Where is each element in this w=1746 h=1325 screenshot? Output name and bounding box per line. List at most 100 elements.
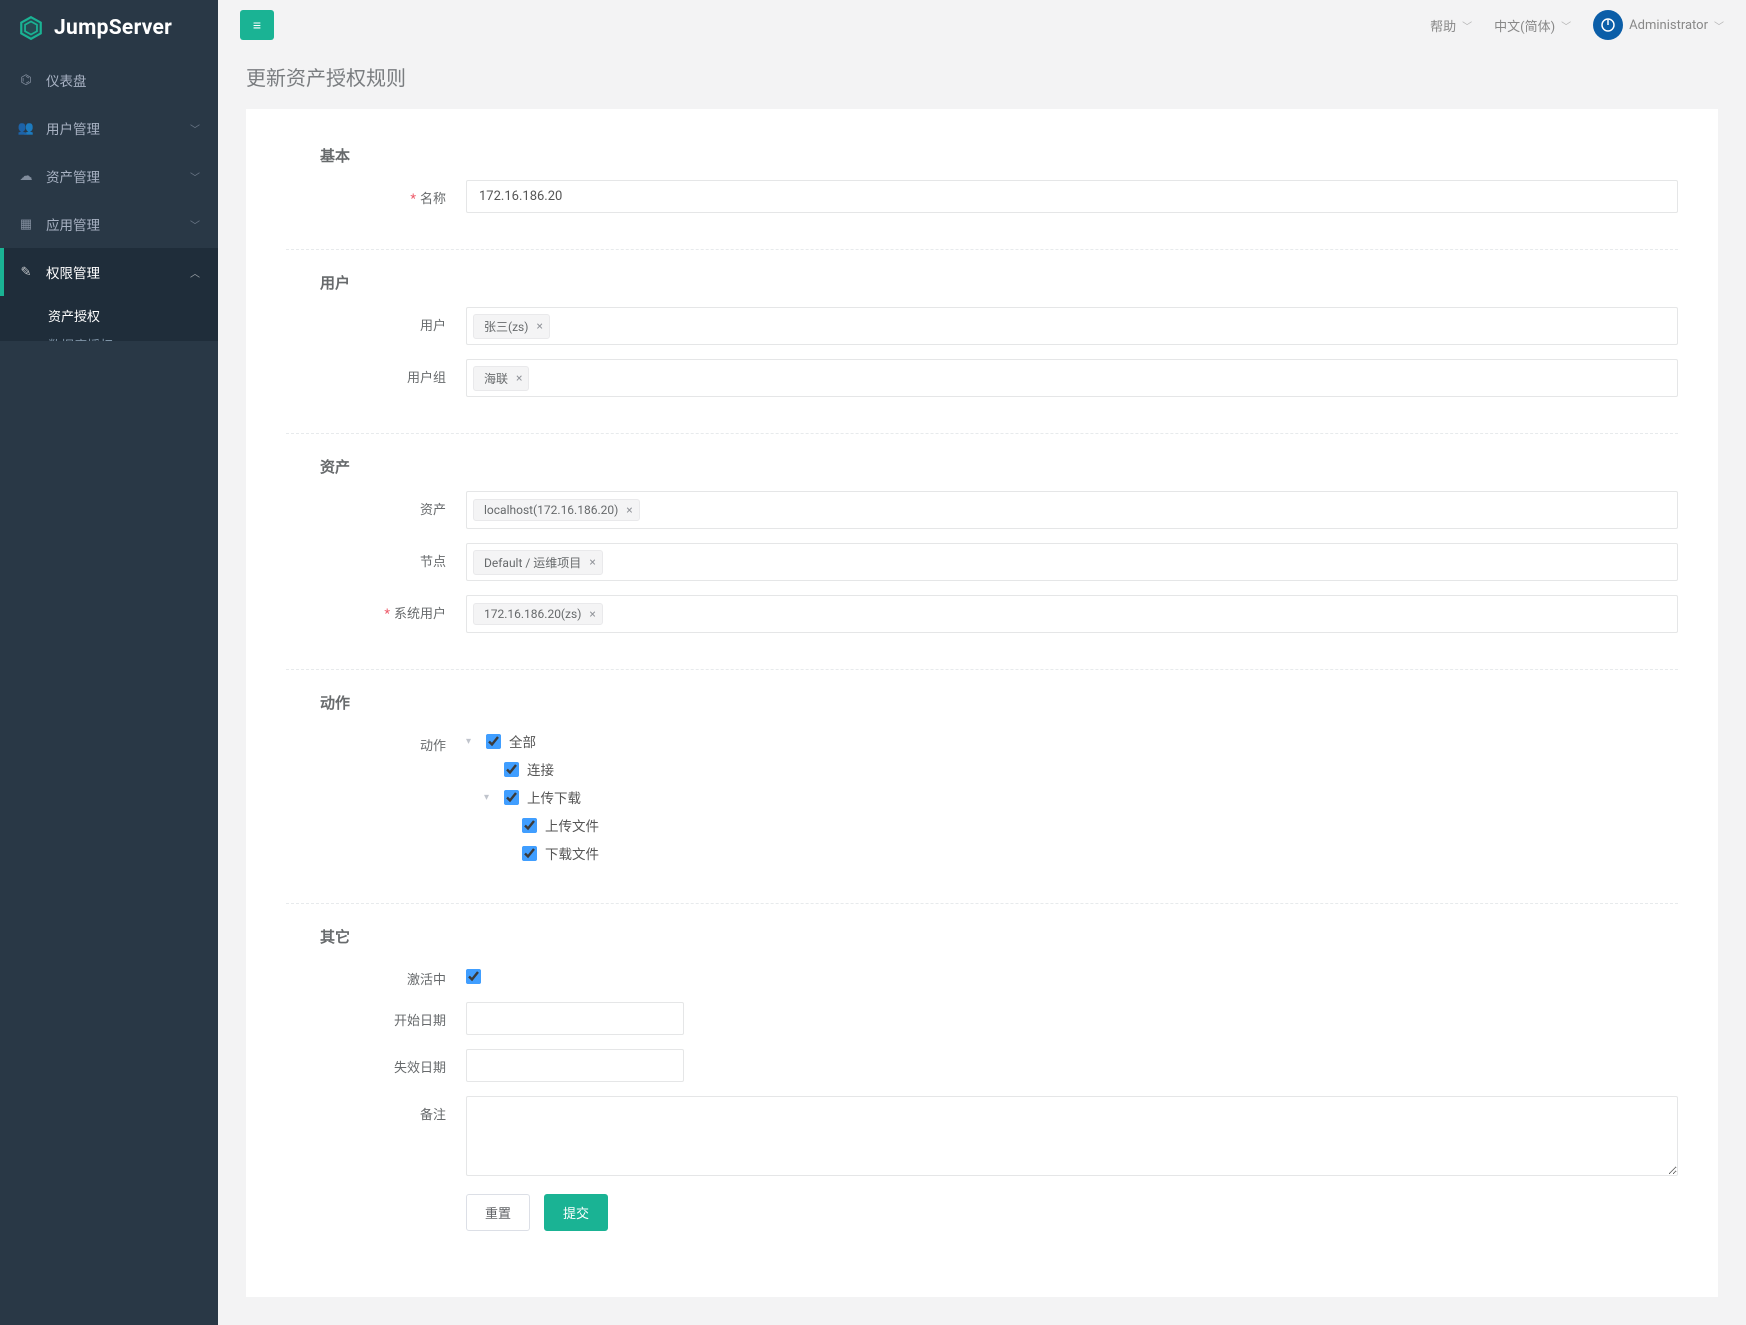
sidebar-subnav-perms-peek: 数据库授权 [0,335,218,341]
chevron-down-icon: ﹀ [1462,18,1472,33]
label-date-expired: 失效日期 [286,1049,446,1076]
date-start-input[interactable] [466,1002,684,1035]
help-menu[interactable]: 帮助 ﹀ [1430,16,1472,35]
brand: JumpServer [0,0,218,56]
tree-label: 连接 [527,759,554,779]
action-tree: ▾ 全部 连接 ▾ [466,727,1678,867]
sidebar-subitem-db-perm[interactable]: 数据库授权 [0,335,218,341]
assets-select[interactable]: localhost(172.16.186.20) × [466,491,1678,529]
dashboard-icon: ⌬ [18,73,34,88]
user-groups-select[interactable]: 海联 × [466,359,1678,397]
language-label: 中文(简体) [1494,16,1555,35]
tag-label: localhost(172.16.186.20) [484,503,618,517]
section-basic: 基本 *名称 [286,139,1678,249]
section-title-user: 用户 [286,272,1678,293]
tree-label: 上传文件 [545,815,599,835]
checkbox-action-upload[interactable] [522,818,537,833]
tree-node-all: ▾ 全部 [466,727,1678,755]
tag-remove-icon[interactable]: × [536,319,542,333]
sidebar-item-dashboard[interactable]: ⌬ 仪表盘 [0,56,218,104]
reset-button[interactable]: 重置 [466,1194,530,1231]
section-title-action: 动作 [286,692,1678,713]
section-title-other: 其它 [286,926,1678,947]
sidebar-item-applications[interactable]: ▦ 应用管理 ﹀ [0,200,218,248]
chevron-down-icon: ﹀ [1561,18,1571,33]
sidebar: JumpServer ⌬ 仪表盘 👥 用户管理 ﹀ ☁ 资产管理 ﹀ ▦ 应用管… [0,0,218,1325]
label-assets: 资产 [286,491,446,518]
checkbox-is-active[interactable] [466,969,481,984]
submit-button[interactable]: 提交 [544,1194,608,1231]
chevron-down-icon: ﹀ [190,121,200,136]
tag-remove-icon[interactable]: × [626,503,632,517]
checkbox-action-updown[interactable] [504,790,519,805]
users-icon: 👥 [18,121,34,136]
sidebar-item-perms[interactable]: ✎ 权限管理 ︿ [0,248,218,296]
sidebar-item-label: 资产管理 [46,166,100,186]
section-user: 用户 用户 张三(zs) × 用户组 [286,249,1678,433]
checkbox-action-connect[interactable] [504,762,519,777]
tag-remove-icon[interactable]: × [589,607,595,621]
label-name: *名称 [286,180,446,207]
tree-node-connect: 连接 [466,755,1678,783]
tag-user-group: 海联 × [473,366,529,391]
tree-node-upload: 上传文件 [466,811,1678,839]
section-title-asset: 资产 [286,456,1678,477]
section-asset: 资产 资产 localhost(172.16.186.20) × 节点 [286,433,1678,669]
nodes-select[interactable]: Default / 运维项目 × [466,543,1678,581]
label-nodes: 节点 [286,543,446,570]
chevron-up-icon: ︿ [190,265,200,280]
tree-node-download: 下载文件 [466,839,1678,867]
date-expired-input[interactable] [466,1049,684,1082]
label-users: 用户 [286,307,446,334]
user-label: Administrator [1629,18,1708,33]
tag-label: 海联 [484,370,508,387]
label-system-users: *系统用户 [286,595,446,622]
sidebar-item-label: 权限管理 [46,262,100,282]
name-input[interactable] [466,180,1678,213]
tree-node-updown: ▾ 上传下载 [466,783,1678,811]
label-is-active: 激活中 [286,961,446,988]
sidebar-subnav-perms: 资产授权 [0,296,218,335]
chevron-down-icon: ﹀ [190,169,200,184]
tag-label: 张三(zs) [484,318,528,335]
tree-toggle-icon[interactable]: ▾ [466,736,478,747]
form-card: 基本 *名称 用户 用户 [246,109,1718,1297]
grid-icon: ▦ [18,217,34,232]
comment-textarea[interactable] [466,1096,1678,1176]
tree-label: 上传下载 [527,787,581,807]
tag-remove-icon[interactable]: × [589,555,595,569]
chevron-down-icon: ﹀ [190,217,200,232]
tree-toggle-icon[interactable]: ▾ [484,792,496,803]
sidebar-nav: ⌬ 仪表盘 👥 用户管理 ﹀ ☁ 资产管理 ﹀ ▦ 应用管理 ﹀ ✎ 权限管理 [0,56,218,341]
label-comment: 备注 [286,1096,446,1123]
chevron-down-icon: ﹀ [1714,18,1724,33]
sidebar-item-assets[interactable]: ☁ 资产管理 ﹀ [0,152,218,200]
sidebar-toggle-button[interactable]: ≡ [240,10,274,40]
topbar: ≡ 帮助 ﹀ 中文(简体) ﹀ Administrator ﹀ [218,0,1746,50]
sidebar-item-label: 应用管理 [46,214,100,234]
user-menu[interactable]: Administrator ﹀ [1593,10,1724,40]
sidebar-item-users[interactable]: 👥 用户管理 ﹀ [0,104,218,152]
label-actions: 动作 [286,727,446,754]
hamburger-icon: ≡ [253,17,261,34]
tag-label: 172.16.186.20(zs) [484,607,581,621]
users-select[interactable]: 张三(zs) × [466,307,1678,345]
sidebar-subitem-asset-perm[interactable]: 资产授权 [0,296,218,335]
tag-remove-icon[interactable]: × [516,371,522,385]
help-label: 帮助 [1430,16,1456,35]
tag-label: Default / 运维项目 [484,554,581,571]
checkbox-action-download[interactable] [522,846,537,861]
logo-icon [18,15,44,41]
system-users-select[interactable]: 172.16.186.20(zs) × [466,595,1678,633]
section-other: 其它 激活中 开始日期 ◷ [286,903,1678,1267]
sidebar-subitem-label: 资产授权 [48,310,100,325]
language-menu[interactable]: 中文(简体) ﹀ [1494,16,1571,35]
label-user-groups: 用户组 [286,359,446,386]
section-title-basic: 基本 [286,145,1678,166]
main: ≡ 帮助 ﹀ 中文(简体) ﹀ Administrator ﹀ [218,0,1746,1325]
power-icon [1593,10,1623,40]
page-title: 更新资产授权规则 [218,50,1746,109]
tag-asset: localhost(172.16.186.20) × [473,499,640,521]
brand-name: JumpServer [54,16,172,40]
checkbox-action-all[interactable] [486,734,501,749]
